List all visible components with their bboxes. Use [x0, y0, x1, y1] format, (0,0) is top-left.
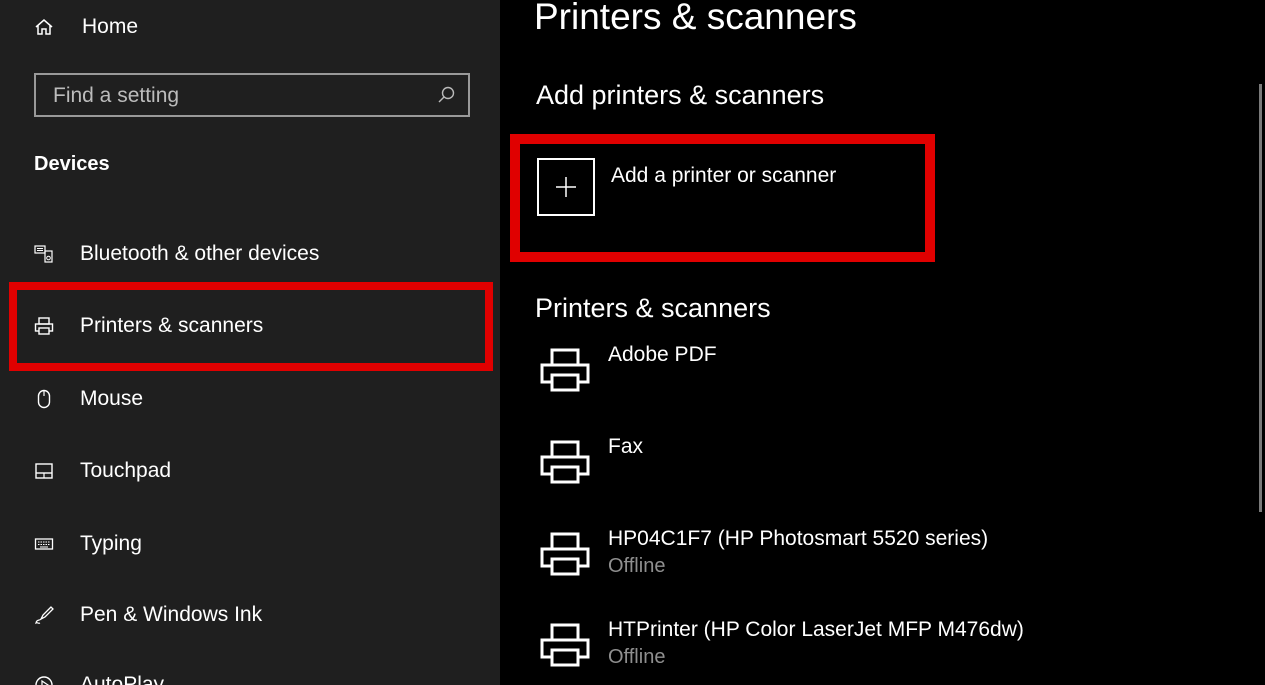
printer-name: Fax [608, 435, 644, 458]
printer-text: Adobe PDF [608, 343, 717, 367]
printers-list-title: Printers & scanners [535, 293, 771, 323]
autoplay-icon [34, 675, 54, 685]
sidebar-item-pen-windows-ink[interactable]: Pen & Windows Ink [34, 598, 262, 632]
sidebar-item-label: Mouse [80, 387, 144, 410]
mouse-icon [34, 389, 54, 409]
printer-name: HP04C1F7 (HP Photosmart 5520 series) [608, 527, 989, 550]
printer-item-fax[interactable]: Fax [540, 435, 643, 487]
printer-icon [540, 440, 590, 484]
search-box[interactable] [34, 73, 470, 117]
sidebar-item-label: Printers & scanners [80, 314, 264, 337]
sidebar-item-printers-scanners[interactable]: Printers & scanners [34, 309, 263, 343]
search-input[interactable] [36, 75, 445, 117]
printer-icon [540, 623, 590, 667]
printer-item-adobe-pdf[interactable]: Adobe PDF [540, 343, 717, 395]
sidebar-item-autoplay[interactable]: AutoPlay [34, 668, 164, 685]
sidebar-item-typing[interactable]: Typing [34, 527, 142, 561]
printer-status: Offline [608, 646, 666, 668]
bluetooth-devices-icon [34, 244, 54, 264]
scrollbar[interactable] [1259, 84, 1262, 512]
add-printer-button[interactable]: Add a printer or scanner [537, 158, 836, 216]
printer-name: Adobe PDF [608, 343, 717, 366]
sidebar-item-touchpad[interactable]: Touchpad [34, 454, 171, 488]
sidebar-item-bluetooth[interactable]: Bluetooth & other devices [34, 237, 319, 271]
section-title-devices: Devices [34, 153, 110, 175]
home-icon [35, 19, 53, 35]
printer-icon [34, 316, 54, 336]
touchpad-icon [34, 461, 54, 481]
plus-tile [537, 158, 595, 216]
printer-text: Fax [608, 435, 643, 459]
add-section-title: Add printers & scanners [536, 80, 825, 110]
printer-item-htprinter[interactable]: HTPrinter (HP Color LaserJet MFP M476dw)… [540, 618, 1024, 670]
sidebar-item-mouse[interactable]: Mouse [34, 382, 143, 416]
sidebar-item-label: AutoPlay [80, 673, 165, 685]
sidebar-item-label: Touchpad [80, 459, 172, 482]
keyboard-icon [34, 534, 54, 554]
printer-icon [540, 348, 590, 392]
sidebar-item-label: Bluetooth & other devices [80, 242, 320, 265]
printer-text: HTPrinter (HP Color LaserJet MFP M476dw)… [608, 618, 1024, 669]
main-content: Printers & scanners Add printers & scann… [500, 0, 1265, 685]
page-title: Printers & scanners [534, 0, 857, 37]
printer-text: HP04C1F7 (HP Photosmart 5520 series) Off… [608, 527, 988, 578]
printer-name: HTPrinter (HP Color LaserJet MFP M476dw) [608, 618, 1024, 641]
sidebar-item-label: Typing [80, 532, 142, 555]
home-label: Home [82, 15, 139, 38]
printer-icon [540, 532, 590, 576]
plus-icon [556, 177, 576, 197]
sidebar: Home Devices Bluetooth & other devic [0, 0, 500, 685]
sidebar-item-label: Pen & Windows Ink [80, 603, 263, 626]
search-icon[interactable] [436, 85, 456, 105]
settings-window: Home Devices Bluetooth & other devic [0, 0, 1265, 685]
add-printer-label: Add a printer or scanner [611, 164, 837, 187]
home-nav-item[interactable]: Home [34, 12, 138, 42]
printer-item-hp04c1f7[interactable]: HP04C1F7 (HP Photosmart 5520 series) Off… [540, 527, 988, 579]
pen-icon [34, 605, 54, 625]
printer-status: Offline [608, 555, 666, 577]
